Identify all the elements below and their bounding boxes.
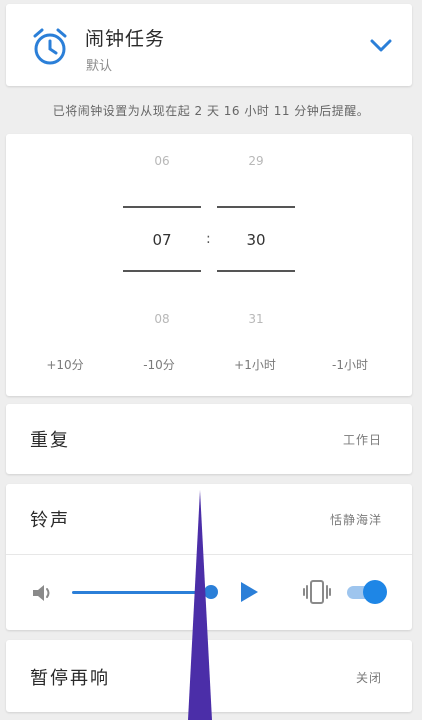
plus-10-min-button[interactable]: +10分	[25, 356, 105, 373]
minus-10-min-button[interactable]: -10分	[119, 356, 199, 373]
repeat-row[interactable]: 重复 工作日	[6, 404, 412, 474]
minute-divider-bottom	[217, 270, 295, 272]
alarm-clock-icon	[33, 28, 67, 65]
pointer-overlay	[188, 490, 212, 720]
alarm-notice: 已将闹钟设置为从现在起 2 天 16 小时 11 分钟后提醒。	[52, 104, 370, 118]
minute-prev[interactable]: 29	[217, 154, 295, 168]
minute-next[interactable]: 31	[217, 312, 295, 326]
repeat-value: 工作日	[342, 433, 382, 447]
hour-prev[interactable]: 06	[123, 154, 201, 168]
time-separator: :	[206, 231, 211, 247]
hour-next[interactable]: 08	[123, 312, 201, 326]
hour-divider-top	[123, 206, 201, 208]
snooze-label: 暂停再响	[30, 668, 110, 689]
speaker-icon[interactable]	[30, 581, 56, 605]
snooze-value: 关闭	[355, 671, 382, 685]
hour-current[interactable]: 07	[123, 231, 201, 249]
time-picker-card: 06 07 08 : 29 30 31 +10分 -10分 +1小时 -1小时	[6, 134, 412, 396]
hour-divider-bottom	[123, 270, 201, 272]
play-icon[interactable]	[238, 580, 260, 604]
minute-picker[interactable]: 29 30 31	[217, 134, 295, 354]
plus-1-hour-button[interactable]: +1小时	[215, 356, 295, 373]
alarm-task-subtitle: 默认	[86, 59, 113, 74]
minus-1-hour-button[interactable]: -1小时	[310, 356, 390, 373]
vibrate-toggle[interactable]	[347, 580, 387, 604]
alarm-task-title: 闹钟任务	[85, 28, 166, 50]
vibrate-icon[interactable]	[302, 578, 332, 606]
alarm-task-card[interactable]: 闹钟任务 默认	[6, 4, 412, 86]
hour-picker[interactable]: 06 07 08	[123, 134, 201, 354]
ringtone-label: 铃声	[30, 510, 70, 531]
minute-divider-top	[217, 206, 295, 208]
ringtone-value[interactable]: 恬静海洋	[330, 511, 382, 528]
minute-current[interactable]: 30	[217, 231, 295, 249]
chevron-down-icon[interactable]	[368, 34, 394, 56]
toggle-knob	[363, 580, 387, 604]
repeat-label: 重复	[30, 430, 70, 451]
